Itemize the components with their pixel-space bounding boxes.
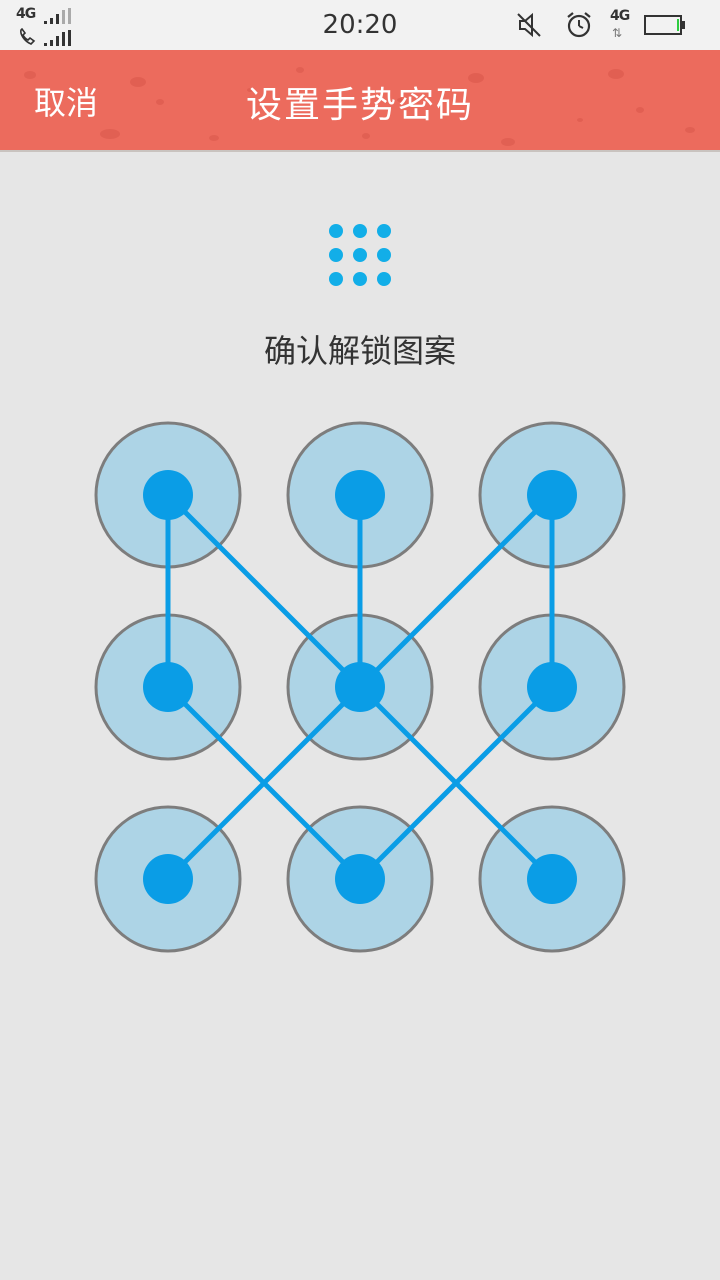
data-arrows-icon: ⇅ [612,26,623,40]
app-header: 取消 设置手势密码 [0,50,720,152]
dot-grid-icon [329,224,391,286]
pattern-dot [335,470,385,520]
battery-icon [644,15,685,35]
pattern-dot [527,662,577,712]
status-bar: 4G 20:20 4G ⇅ [0,0,720,50]
prompt-text: 确认解锁图案 [263,332,456,370]
alarm-icon [567,12,591,38]
pattern-dot [143,854,193,904]
mute-icon [517,12,541,38]
pattern-dot [143,470,193,520]
pattern-dot [143,662,193,712]
pattern-lock[interactable] [0,400,720,980]
pattern-dot [335,854,385,904]
network-type-label: 4G [610,8,630,24]
pattern-dot [527,854,577,904]
status-right: 4G ⇅ [514,6,704,46]
pattern-dot [335,662,385,712]
page-title: 设置手势密码 [245,85,474,126]
pattern-dot [527,470,577,520]
